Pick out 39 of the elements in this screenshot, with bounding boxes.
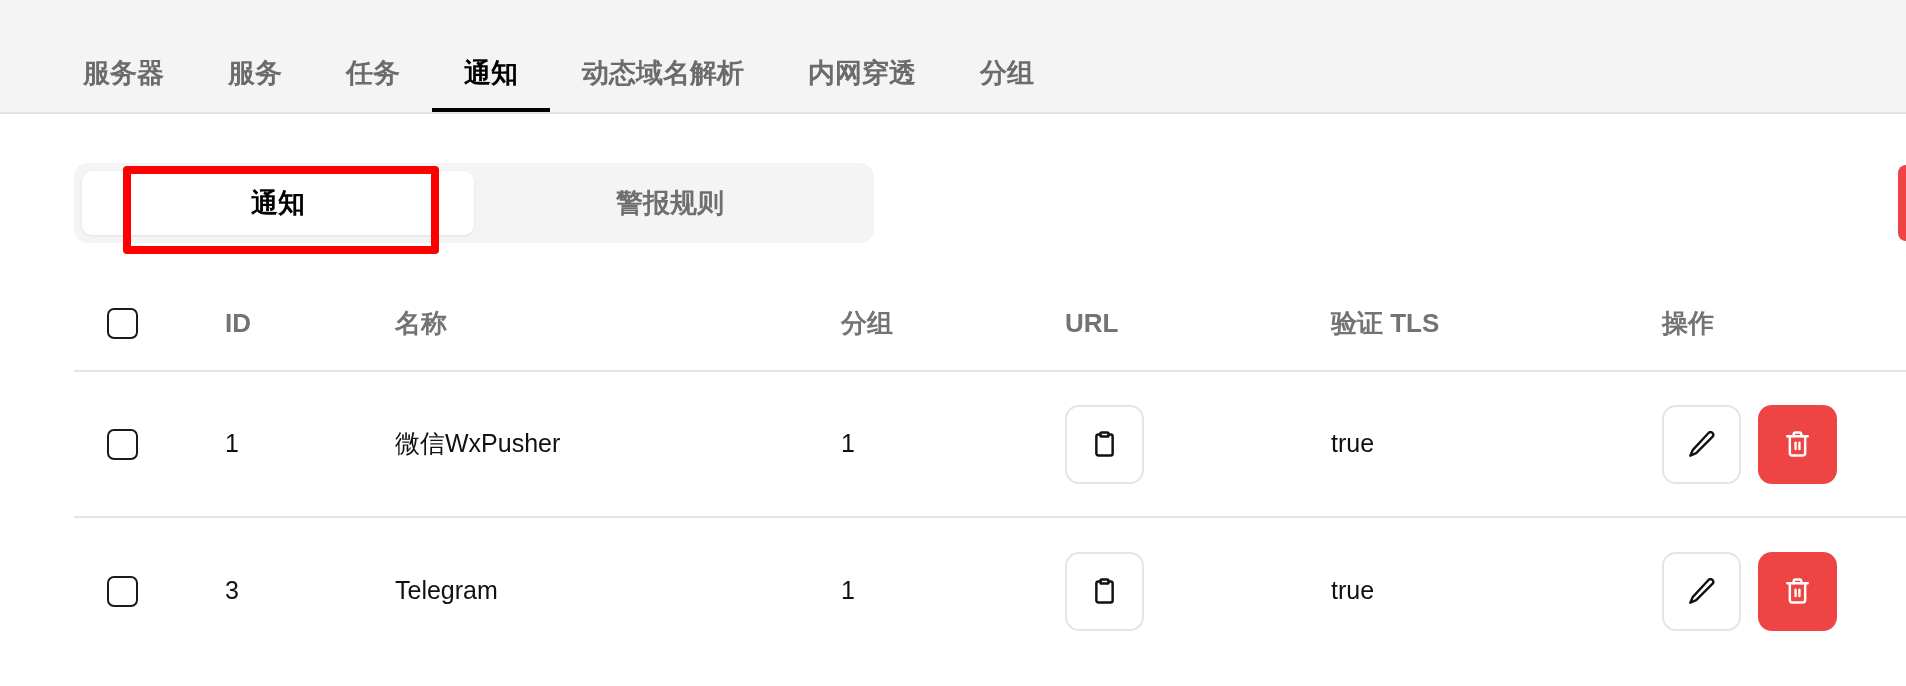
column-header: 操作 — [1662, 307, 1714, 338]
clipboard-icon — [1095, 431, 1114, 457]
delete-button[interactable] — [1758, 404, 1837, 484]
table-cell: true — [1331, 429, 1375, 458]
nav-tab[interactable]: 动态域名解析 — [550, 34, 776, 112]
checkbox[interactable] — [107, 575, 138, 607]
copy-button[interactable] — [1065, 551, 1144, 631]
clipboard-icon — [1095, 578, 1114, 604]
delete-button[interactable] — [1758, 551, 1837, 631]
table-cell: true — [1331, 576, 1375, 605]
nav-tab[interactable]: 任务 — [314, 34, 432, 112]
segment-tab[interactable]: 警报规则 — [474, 171, 866, 235]
nav-tab[interactable]: 通知 — [432, 34, 550, 112]
nav-tab[interactable]: 服务器 — [51, 34, 196, 112]
nav-tab[interactable]: 分组 — [948, 34, 1066, 112]
column-header: 验证 TLS — [1331, 307, 1440, 338]
table-cell: 3 — [225, 576, 239, 605]
nav-tab[interactable]: 内网穿透 — [776, 34, 948, 112]
table-cell: 1 — [225, 429, 239, 458]
trash-icon — [1786, 578, 1809, 604]
column-header: 名称 — [395, 307, 447, 338]
edit-button[interactable] — [1662, 551, 1741, 631]
copy-button[interactable] — [1065, 404, 1144, 484]
column-header: ID — [225, 307, 251, 338]
column-header: URL — [1065, 307, 1119, 338]
table-cell: 1 — [841, 429, 855, 458]
checkbox[interactable] — [107, 428, 138, 460]
edit-button[interactable] — [1662, 404, 1741, 484]
segment-tab[interactable]: 通知 — [82, 171, 474, 235]
column-header: 分组 — [841, 307, 893, 338]
trash-icon — [1786, 431, 1809, 457]
table-cell: 1 — [841, 576, 855, 605]
pencil-icon — [1688, 578, 1715, 604]
nav-tab[interactable]: 服务 — [196, 34, 314, 112]
pencil-icon — [1688, 431, 1715, 457]
table-cell: Telegram — [395, 576, 498, 605]
table-cell: 微信WxPusher — [395, 429, 561, 458]
action-button[interactable] — [1898, 165, 1906, 241]
checkbox[interactable] — [107, 307, 138, 339]
